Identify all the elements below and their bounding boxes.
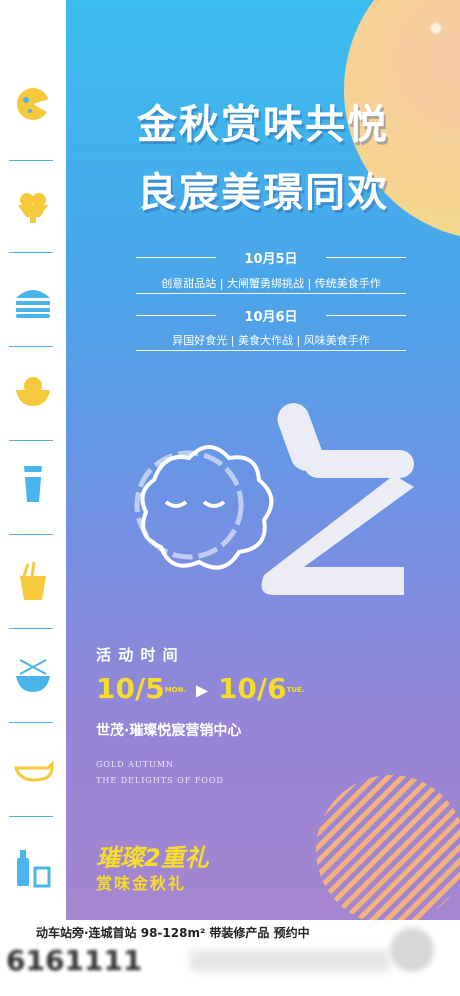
footer-blurred-text [190, 950, 390, 972]
sidebar-divider [9, 628, 53, 629]
sidebar-divider [9, 346, 53, 347]
sidebar-divider [9, 722, 53, 723]
bottles-icon [17, 850, 51, 888]
venue: 世茂·璀璨悦宸营销中心 [96, 723, 242, 739]
rice-bowl-icon [16, 377, 50, 406]
day2-events: 异国好食光 | 美食大作战 | 风味美食手作 [172, 334, 370, 347]
drink-cup-icon [23, 466, 43, 502]
day1-events: 创意甜品站 | 大闸蟹勇绑挑战 | 传统美食手作 [161, 277, 381, 290]
poster: ● 金秋赏味共悦 良宸美璟同欢 10月5日 创意甜品站 | 大闸蟹勇绑挑战 | … [66, 0, 460, 920]
activity-day-end: TUE. [286, 686, 305, 694]
footer-line: 动车站旁·连城首站 98-128m² 带装修产品 预约中 [36, 926, 310, 940]
title-line2: 良宸美璟同欢 [137, 170, 389, 216]
activity-date-end: 10/6 [217, 672, 287, 705]
brand-logo-blurred: ● [429, 20, 442, 36]
sidebar-divider [9, 440, 53, 441]
burger-icon [16, 290, 50, 318]
title-line1: 金秋赏味共悦 [137, 102, 389, 148]
activity-day-start: MON. [164, 686, 187, 694]
activity-label: 活 动 时 间 [96, 646, 179, 664]
cheese-icon [17, 88, 52, 120]
sidebar-divider [9, 534, 53, 535]
mooncake-illustration [134, 403, 414, 595]
day2-divider [136, 350, 406, 351]
day1-divider [136, 293, 406, 294]
day2-date: 10月6日 [136, 306, 406, 325]
bottom-subtitle: 赏味金秋礼 [96, 874, 187, 893]
noodle-bowl-icon [16, 659, 50, 692]
english-line1: GOLD AUTUMN [96, 760, 175, 769]
day1-date: 10月5日 [136, 248, 406, 267]
footer-phone: 6161111 [6, 944, 143, 977]
activity-date-start: 10/5 [96, 672, 165, 705]
english-line2: THE DELIGHTS OF FOOD [96, 776, 224, 785]
ice-cream-icon [18, 193, 48, 223]
sidebar-divider [9, 816, 53, 817]
footer-qrcode [390, 928, 434, 972]
sidebar [0, 0, 66, 920]
sidebar-divider [9, 252, 53, 253]
sidebar-divider [9, 160, 53, 161]
noodle-box-icon [20, 561, 46, 600]
gravy-boat-icon [13, 760, 54, 782]
activity-date: 10/5MON. ▶ 10/6TUE. [96, 672, 305, 705]
arrow-right-icon: ▶ [195, 680, 209, 700]
striped-circle [316, 775, 460, 920]
bottom-logo: 璀璨2重礼 [96, 844, 209, 872]
footer: 动车站旁·连城首站 98-128m² 带装修产品 预约中 6161111 [0, 920, 460, 996]
